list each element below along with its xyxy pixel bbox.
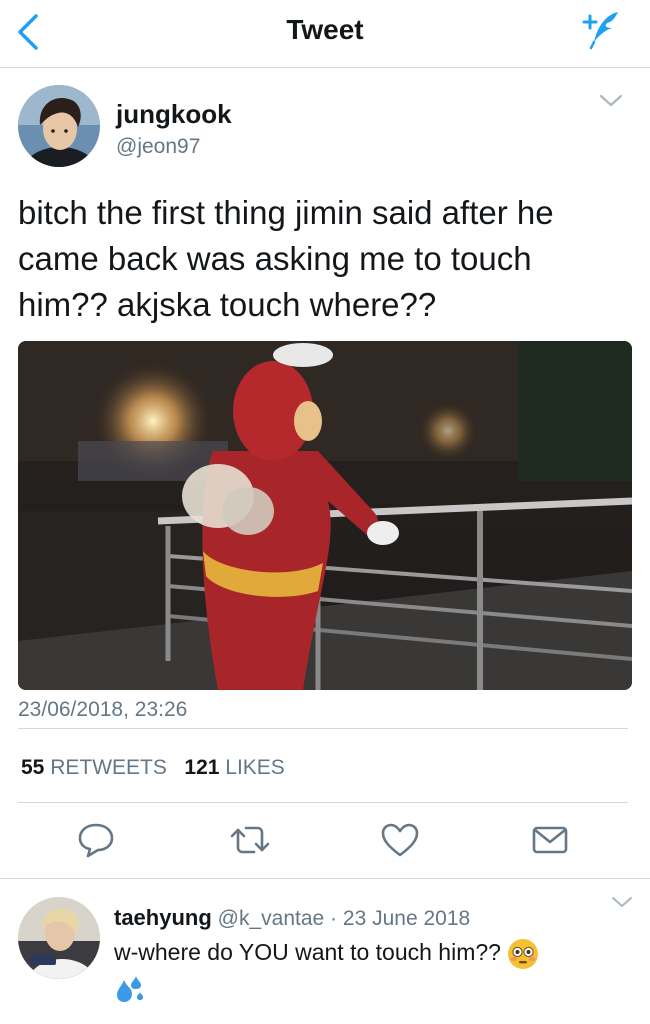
like-button[interactable]: [380, 820, 420, 860]
reply-author-avatar[interactable]: [18, 897, 100, 979]
engagement-stats: 55 RETWEETS 121 LIKES: [21, 756, 285, 780]
separator-dot: ·: [330, 907, 338, 930]
heart-icon: [381, 823, 419, 857]
tweet-author[interactable]: jungkook @jeon97: [18, 85, 632, 175]
divider: [18, 802, 628, 803]
author-handle[interactable]: @jeon97: [116, 135, 200, 159]
reply-author-handle[interactable]: @k_vantae: [218, 907, 325, 930]
retweets-stat[interactable]: 55 RETWEETS: [21, 756, 167, 779]
section-divider: [0, 878, 650, 879]
reply-text: w-where do YOU want to touch him??: [114, 939, 501, 965]
photo-image: [18, 341, 632, 690]
avatar-image: [18, 85, 100, 167]
likes-count: 121: [184, 756, 220, 779]
tweet-timestamp: 23/06/2018, 23:26: [18, 698, 188, 721]
retweets-label: RETWEETS: [50, 756, 167, 779]
author-avatar[interactable]: [18, 85, 100, 167]
tweet-photo[interactable]: [18, 341, 632, 690]
share-button[interactable]: [530, 820, 570, 860]
avatar-image: [18, 897, 100, 979]
chevron-down-icon[interactable]: [610, 895, 634, 911]
retweets-count: 55: [21, 756, 45, 779]
likes-label: LIKES: [225, 756, 285, 779]
reply-text-block: w-where do YOU want to touch him??: [114, 935, 624, 1004]
tweet-actions: [0, 820, 650, 864]
divider: [18, 728, 628, 729]
page-title: Tweet: [286, 14, 364, 45]
flushed-face-emoji-icon: [508, 938, 539, 969]
sweat-droplets-emoji-icon: [117, 975, 143, 1002]
reply-author-name[interactable]: taehyung: [114, 905, 212, 930]
envelope-icon: [532, 826, 568, 854]
compose-feather-icon: [582, 12, 618, 50]
retweet-icon: [230, 826, 270, 854]
author-name[interactable]: jungkook: [116, 99, 232, 130]
compose-button[interactable]: [580, 8, 622, 50]
reply-header: taehyung @k_vantae · 23 June 2018: [114, 905, 470, 931]
reply-date: 23 June 2018: [342, 907, 471, 930]
retweet-button[interactable]: [230, 820, 270, 860]
reply-button[interactable]: [76, 820, 116, 860]
likes-stat[interactable]: 121 LIKES: [184, 756, 284, 779]
reply-bubble-icon: [78, 823, 114, 858]
chevron-down-icon[interactable]: [598, 92, 624, 110]
navigation-bar: Tweet: [0, 0, 650, 68]
reply-tweet[interactable]: taehyung @k_vantae · 23 June 2018 w-wher…: [18, 895, 638, 1024]
tweet-text: bitch the first thing jimin said after h…: [18, 194, 554, 323]
